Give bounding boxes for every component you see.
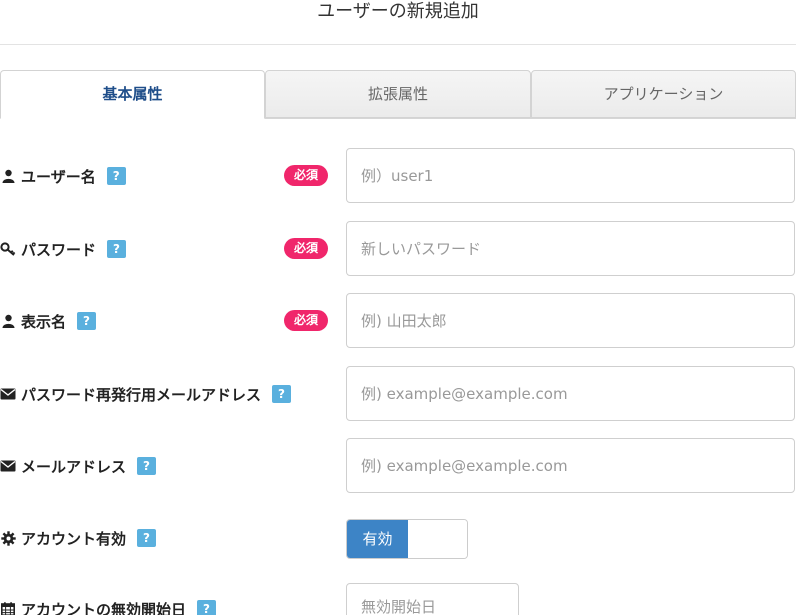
username-input[interactable]: [346, 148, 795, 203]
calendar-icon: [0, 601, 16, 615]
help-icon[interactable]: ?: [107, 240, 127, 258]
reset-email-row: パスワード再発行用メールアドレス ?: [0, 366, 796, 422]
password-input[interactable]: [346, 221, 795, 276]
disable-start-label: アカウントの無効開始日 ?: [0, 583, 217, 615]
password-row: パスワード ? 必須: [0, 221, 796, 277]
reset-email-label-text: パスワード再発行用メールアドレス: [21, 385, 262, 404]
display-name-label: 表示名 ?: [0, 293, 97, 349]
help-icon[interactable]: ?: [197, 600, 217, 615]
tab-applications[interactable]: アプリケーション: [531, 70, 796, 118]
email-row: メールアドレス ?: [0, 438, 796, 494]
user-add-page: ユーザーの新規追加 基本属性 拡張属性 アプリケーション ユーザー名 ? 必須 …: [0, 0, 796, 615]
key-icon: [0, 241, 16, 257]
help-icon[interactable]: ?: [106, 167, 126, 185]
email-input[interactable]: [346, 438, 795, 493]
tab-divider: [264, 118, 796, 119]
display-name-input[interactable]: [346, 293, 795, 348]
toggle-on-label: 有効: [347, 520, 408, 558]
help-icon[interactable]: ?: [137, 529, 157, 547]
user-icon: [0, 168, 16, 184]
envelope-icon: [0, 386, 16, 402]
email-label-text: メールアドレス: [21, 457, 127, 476]
required-badge: 必須: [284, 238, 328, 259]
reset-email-label: パスワード再発行用メールアドレス ?: [0, 366, 292, 422]
toggle-off-handle: [408, 520, 467, 558]
gear-icon: [0, 530, 16, 546]
account-enabled-toggle[interactable]: 有効: [346, 519, 468, 559]
tab-basic-attributes[interactable]: 基本属性: [0, 70, 265, 119]
account-enabled-row: アカウント有効 ? 有効: [0, 510, 796, 566]
required-badge: 必須: [284, 310, 328, 331]
tab-extended-attributes[interactable]: 拡張属性: [265, 70, 531, 118]
disable-start-row: アカウントの無効開始日 ?: [0, 583, 796, 615]
password-label-text: パスワード: [21, 240, 97, 259]
help-icon[interactable]: ?: [137, 457, 157, 475]
user-icon: [0, 313, 16, 329]
reset-email-input[interactable]: [346, 366, 795, 421]
username-label: ユーザー名 ?: [0, 148, 126, 204]
envelope-icon: [0, 458, 16, 474]
disable-start-date-input[interactable]: [346, 583, 519, 615]
username-label-text: ユーザー名: [21, 167, 96, 186]
disable-start-label-text: アカウントの無効開始日: [21, 600, 187, 615]
email-label: メールアドレス ?: [0, 438, 157, 494]
required-badge: 必須: [284, 165, 328, 186]
display-name-row: 表示名 ? 必須: [0, 293, 796, 349]
help-icon[interactable]: ?: [272, 385, 292, 403]
account-enabled-label-text: アカウント有効: [21, 529, 127, 548]
username-row: ユーザー名 ? 必須: [0, 148, 796, 204]
tab-bar: 基本属性 拡張属性 アプリケーション: [0, 70, 796, 119]
title-divider: [0, 44, 796, 45]
display-name-label-text: 表示名: [21, 312, 67, 331]
password-label: パスワード ?: [0, 221, 127, 277]
help-icon[interactable]: ?: [77, 312, 97, 330]
page-title: ユーザーの新規追加: [317, 1, 479, 22]
account-enabled-label: アカウント有効 ?: [0, 510, 157, 566]
